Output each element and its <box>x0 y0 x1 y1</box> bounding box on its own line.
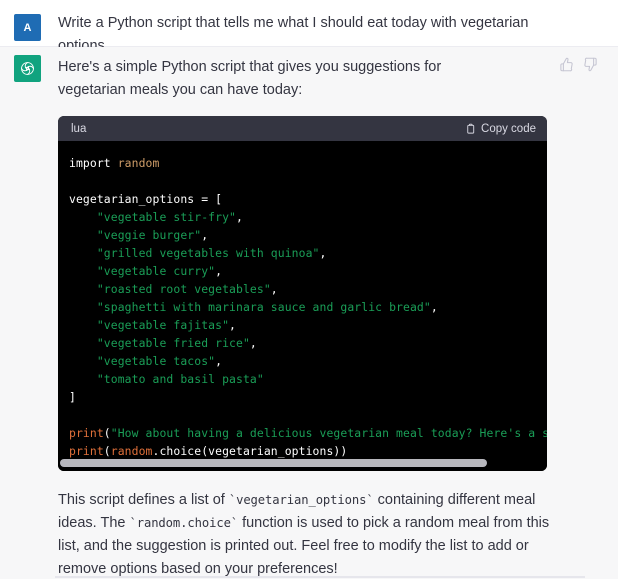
code-language-label: lua <box>71 122 87 135</box>
code-text: import random vegetarian_options = [ "ve… <box>69 156 547 458</box>
inline-code-random-choice: `random.choice` <box>129 516 239 530</box>
code-scroll-region[interactable]: import random vegetarian_options = [ "ve… <box>58 154 547 464</box>
user-avatar-column: A <box>0 4 58 46</box>
copy-code-button[interactable]: Copy code <box>465 123 536 135</box>
scrollbar-thumb[interactable] <box>60 459 487 467</box>
assistant-message-turn: Here's a simple Python script that gives… <box>0 47 618 579</box>
avatar-initial: A <box>23 21 32 34</box>
copy-code-label: Copy code <box>481 122 536 135</box>
code-horizontal-scrollbar[interactable] <box>60 459 545 467</box>
feedback-buttons <box>559 57 598 72</box>
thumbs-down-icon[interactable] <box>583 57 598 72</box>
assistant-explanation-text: This script defines a list of `vegetaria… <box>58 489 550 579</box>
assistant-avatar-column <box>0 47 58 579</box>
clipboard-icon <box>465 123 476 135</box>
chat-conversation: A Write a Python script that tells me wh… <box>0 0 618 579</box>
code-block-header: lua Copy code <box>58 116 547 141</box>
assistant-message-content: Here's a simple Python script that gives… <box>58 47 618 579</box>
assistant-intro-text: Here's a simple Python script that gives… <box>58 59 442 98</box>
explanation-part-1: This script defines a list of <box>58 492 229 508</box>
user-message-turn: A Write a Python script that tells me wh… <box>0 0 618 54</box>
code-block-body: import random vegetarian_options = [ "ve… <box>58 141 547 471</box>
avatar: A <box>14 14 41 41</box>
openai-logo-icon <box>19 60 36 77</box>
avatar <box>14 55 41 82</box>
thumbs-up-icon[interactable] <box>559 57 574 72</box>
inline-code-vegetarian-options: `vegetarian_options` <box>228 493 374 507</box>
user-message-content: Write a Python script that tells me what… <box>58 4 618 54</box>
code-block: lua Copy code import random vegetarian_o… <box>58 116 547 471</box>
